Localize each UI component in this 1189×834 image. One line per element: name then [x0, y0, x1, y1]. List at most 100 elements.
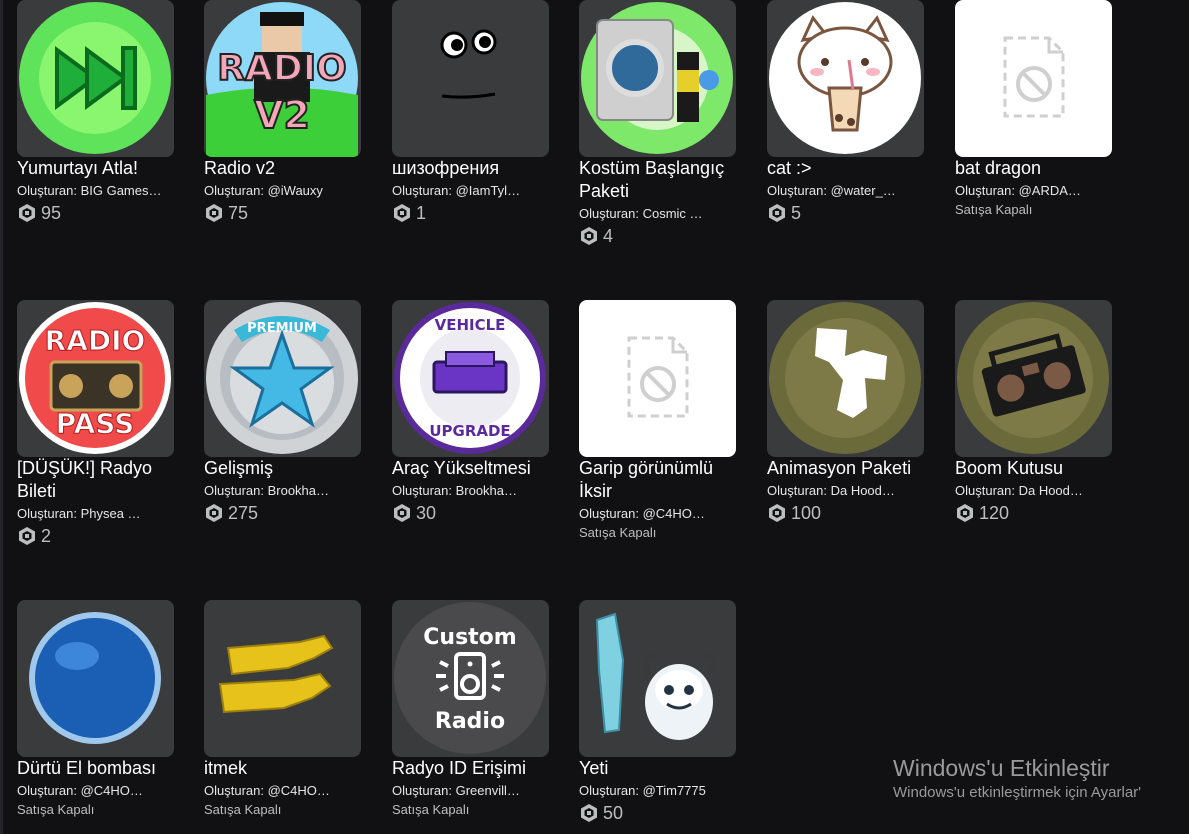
page-left-edge: [0, 0, 3, 834]
price-value: 30: [416, 502, 437, 523]
item-creator[interactable]: Oluşturan: Greenvill…: [392, 782, 547, 800]
item-card[interactable]: bat dragon Oluşturan: @ARDA… Satışa Kapa…: [955, 0, 1115, 219]
item-name[interactable]: Yeti: [579, 757, 739, 780]
item-card[interactable]: RADIO V2 Radio v2 Oluşturan: @iWauxy 75: [204, 0, 364, 224]
item-card[interactable]: Garip görünümlü İksir Oluşturan: @C4HO… …: [579, 300, 739, 542]
robux-icon: [17, 203, 37, 223]
item-creator[interactable]: Oluşturan: BIG Games…: [17, 182, 172, 200]
item-thumbnail[interactable]: [17, 0, 174, 157]
vehicle-upgrade-image: VEHICLE UPGRADE: [394, 302, 546, 454]
item-creator[interactable]: Oluşturan: @IamTyl…: [392, 182, 547, 200]
item-name[interactable]: Garip görünümlü İksir: [579, 457, 739, 503]
item-name[interactable]: Radio v2: [204, 157, 364, 180]
item-price: 30: [392, 502, 552, 524]
item-card[interactable]: Kostüm Başlangıç Paketi Oluşturan: Cosmi…: [579, 0, 739, 247]
offsale-label: Satışa Kapalı: [955, 202, 1033, 217]
item-thumbnail[interactable]: [955, 300, 1112, 457]
item-thumbnail[interactable]: [767, 0, 924, 157]
item-thumbnail[interactable]: [579, 300, 736, 457]
item-card[interactable]: cat :> Oluşturan: @water_… 5: [767, 0, 927, 224]
item-name[interactable]: Dürtü El bombası: [17, 757, 177, 780]
robux-icon: [392, 203, 412, 223]
item-creator[interactable]: Oluşturan: Physea …: [17, 505, 172, 523]
item-creator[interactable]: Oluşturan: @Tim7775: [579, 782, 734, 800]
item-creator[interactable]: Oluşturan: @C4HO…: [204, 782, 359, 800]
item-price: 50: [579, 802, 739, 824]
item-price: 2: [17, 525, 177, 547]
item-name[interactable]: Gelişmiş: [204, 457, 364, 480]
item-name[interactable]: bat dragon: [955, 157, 1115, 180]
svg-text:V2: V2: [254, 93, 310, 137]
item-creator[interactable]: Oluşturan: Brookha…: [392, 482, 547, 500]
item-creator[interactable]: Oluşturan: @C4HO…: [579, 505, 734, 523]
item-name[interactable]: Radyo ID Erişimi: [392, 757, 552, 780]
windows-activation-title: Windows'u Etkinleştir: [893, 755, 1110, 781]
item-name[interactable]: cat :>: [767, 157, 927, 180]
robux-icon: [767, 503, 787, 523]
price-value: 275: [228, 502, 259, 523]
svg-text:UPGRADE: UPGRADE: [429, 422, 510, 440]
item-price: 1: [392, 202, 552, 224]
item-card[interactable]: VEHICLE UPGRADE Araç Yükseltmesi Oluştur…: [392, 300, 552, 524]
item-price: 95: [17, 202, 177, 224]
robux-icon: [204, 203, 224, 223]
item-name[interactable]: шизофрения: [392, 157, 552, 180]
item-name[interactable]: Araç Yükseltmesi: [392, 457, 552, 480]
item-name[interactable]: Animasyon Paketi: [767, 457, 927, 480]
svg-text:Custom: Custom: [423, 625, 516, 650]
item-creator[interactable]: Oluşturan: Da Hood…: [767, 482, 922, 500]
robux-icon: [392, 503, 412, 523]
item-name[interactable]: Yumurtayı Atla!: [17, 157, 177, 180]
item-card[interactable]: Animasyon Paketi Oluşturan: Da Hood… 100: [767, 300, 927, 524]
item-card[interactable]: шизофрения Oluşturan: @IamTyl… 1: [392, 0, 552, 224]
item-price: 4: [579, 225, 739, 247]
item-creator[interactable]: Oluşturan: @iWauxy: [204, 182, 359, 200]
item-thumbnail[interactable]: [579, 0, 736, 157]
robux-icon: [955, 503, 975, 523]
item-creator[interactable]: Oluşturan: @ARDA…: [955, 182, 1110, 200]
animation-pack-image: [769, 302, 921, 454]
item-thumbnail[interactable]: [17, 600, 174, 757]
item-thumbnail[interactable]: [579, 600, 736, 757]
robux-icon: [767, 203, 787, 223]
item-creator[interactable]: Oluşturan: Da Hood…: [955, 482, 1110, 500]
robux-icon: [579, 226, 599, 246]
price-value: 95: [41, 202, 62, 223]
item-card[interactable]: Dürtü El bombası Oluşturan: @C4HO… Satış…: [17, 600, 177, 819]
price-value: 120: [979, 502, 1010, 523]
item-creator[interactable]: Oluşturan: @water_…: [767, 182, 922, 200]
item-creator[interactable]: Oluşturan: Cosmic …: [579, 205, 734, 223]
item-thumbnail[interactable]: Custom Radio: [392, 600, 549, 757]
price-value: 4: [603, 225, 614, 246]
item-card[interactable]: Yumurtayı Atla! Oluşturan: BIG Games… 95: [17, 0, 177, 224]
svg-text:VEHICLE: VEHICLE: [435, 316, 506, 334]
robux-icon: [579, 803, 599, 823]
item-name[interactable]: [DÜŞÜK!] Radyo Bileti: [17, 457, 177, 503]
item-creator[interactable]: Oluşturan: @C4HO…: [17, 782, 172, 800]
item-card[interactable]: RADIO PASS [DÜŞÜK!] Radyo Bileti Oluştur…: [17, 300, 177, 547]
item-card[interactable]: itmek Oluşturan: @C4HO… Satışa Kapalı: [204, 600, 364, 819]
item-thumbnail[interactable]: RADIO V2: [204, 0, 361, 157]
cat-image: [769, 2, 921, 154]
windows-activation-subtitle: Windows'u etkinleştirmek için Ayarlar': [893, 784, 1142, 801]
item-creator[interactable]: Oluşturan: Brookha…: [204, 482, 359, 500]
item-price: 120: [955, 502, 1115, 524]
item-thumbnail[interactable]: [392, 0, 549, 157]
item-name[interactable]: itmek: [204, 757, 364, 780]
item-thumbnail[interactable]: [955, 0, 1112, 157]
item-thumbnail[interactable]: VEHICLE UPGRADE: [392, 300, 549, 457]
offsale-label: Satışa Kapalı: [392, 802, 470, 817]
item-thumbnail[interactable]: [767, 300, 924, 457]
item-thumbnail[interactable]: PREMIUM: [204, 300, 361, 457]
item-name[interactable]: Kostüm Başlangıç Paketi: [579, 157, 739, 203]
item-thumbnail[interactable]: RADIO PASS: [17, 300, 174, 457]
item-card[interactable]: Yeti Oluşturan: @Tim7775 50: [579, 600, 739, 824]
item-card[interactable]: PREMIUM Gelişmiş Oluşturan: Brookha… 275: [204, 300, 364, 524]
item-thumbnail[interactable]: [204, 600, 361, 757]
item-card[interactable]: Custom Radio Radyo ID Erişimi Oluşturan:…: [392, 600, 552, 819]
item-card[interactable]: Boom Kutusu Oluşturan: Da Hood… 120: [955, 300, 1115, 524]
boombox-icon: [957, 302, 1109, 454]
face-image: [440, 29, 497, 99]
item-name[interactable]: Boom Kutusu: [955, 457, 1115, 480]
price-value: 50: [603, 802, 624, 823]
